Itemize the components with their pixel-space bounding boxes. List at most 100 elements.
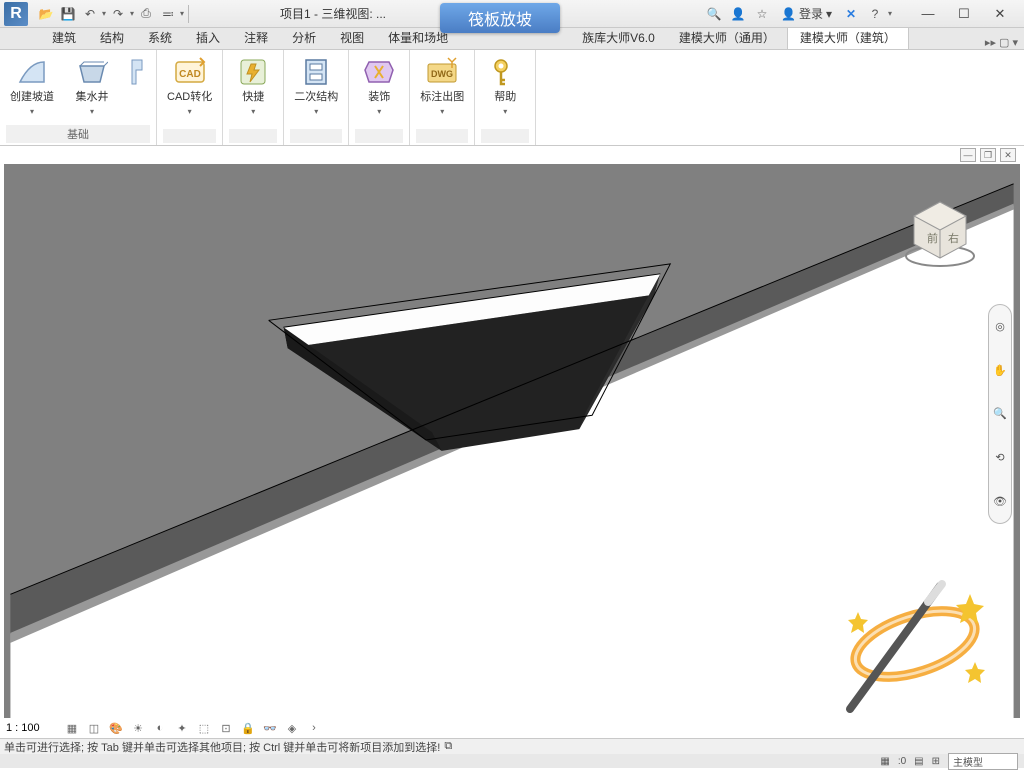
reveal-icon[interactable]: ◈ xyxy=(284,720,300,736)
tab-architecture[interactable]: 建筑 xyxy=(40,26,88,49)
quick-icon xyxy=(237,56,269,88)
tab-modeling-arch[interactable]: 建模大师（建筑） xyxy=(787,25,909,49)
panel-label-empty4 xyxy=(355,129,403,143)
ribbon-panel-decor: 装饰 ▾ xyxy=(349,50,410,145)
tab-view[interactable]: 视图 xyxy=(328,26,376,49)
panel-label-empty3 xyxy=(290,129,342,143)
panel-label-empty5 xyxy=(416,129,468,143)
separator xyxy=(188,5,189,23)
lock-icon[interactable]: 🔒 xyxy=(240,720,256,736)
view-control-bar: ▦ ◫ 🎨 ☀ ◐ ✦ ⬚ ⊡ 🔒 👓 ◈ › xyxy=(6,720,322,736)
chevron-down-icon[interactable]: ▾ xyxy=(102,9,106,18)
cad-convert-button[interactable]: CAD CAD转化 ▾ xyxy=(163,54,216,118)
chevron-down-icon: ▾ xyxy=(314,107,318,116)
view-minimize-button[interactable]: — xyxy=(960,148,976,162)
steering-wheel-icon[interactable]: ◎ xyxy=(995,320,1005,333)
key-icon xyxy=(489,56,521,88)
ribbon-panel-help: 帮助 ▾ xyxy=(475,50,536,145)
filter-icon[interactable]: ▤ xyxy=(914,756,923,767)
user-icon[interactable]: 👤 xyxy=(727,4,749,24)
selection-combo[interactable]: 主模型 xyxy=(948,753,1018,770)
tab-family-master[interactable]: 族库大师V6.0 xyxy=(570,26,667,49)
profile-icon xyxy=(130,56,146,88)
tab-structure[interactable]: 结构 xyxy=(88,26,136,49)
titlebar-right: 🔍 👤 ☆ 👤 登录 ▾ ✕ ?▾ — ☐ ✕ xyxy=(703,3,1018,25)
orbit-icon[interactable]: ⟲ xyxy=(995,451,1004,464)
sun-path-icon[interactable]: ☀ xyxy=(130,720,146,736)
create-ramp-button[interactable]: 创建坡道 ▾ xyxy=(6,54,58,118)
chevron-right-icon[interactable]: › xyxy=(306,720,322,736)
tab-modeling-general[interactable]: 建模大师（通用） xyxy=(667,26,787,49)
chevron-down-icon: ▾ xyxy=(503,107,507,116)
tab-annotate[interactable]: 注释 xyxy=(232,26,280,49)
ribbon-panel-annot: DWG 标注出图 ▾ xyxy=(410,50,475,145)
measure-icon[interactable]: ≕ xyxy=(158,4,178,24)
chevron-down-icon[interactable]: ▾ xyxy=(888,9,892,18)
lookaround-icon[interactable]: 👁 xyxy=(993,495,1007,508)
ribbon-panel-foundation: 创建坡道 ▾ 集水井 ▾ 基础 xyxy=(0,50,157,145)
profile-button[interactable] xyxy=(126,54,150,90)
crop-icon[interactable]: ⬚ xyxy=(196,720,212,736)
app-icon[interactable]: R xyxy=(4,2,28,26)
feature-badge: 筏板放坡 xyxy=(440,3,560,33)
annotation-export-button[interactable]: DWG 标注出图 ▾ xyxy=(416,54,468,118)
viewcube[interactable]: 前 右 xyxy=(900,194,980,274)
window-buttons: — ☐ ✕ xyxy=(910,3,1018,25)
rendering-icon[interactable]: ✦ xyxy=(174,720,190,736)
exchange-icon[interactable]: ✕ xyxy=(840,4,862,24)
secondary-structure-button[interactable]: 二次结构 ▾ xyxy=(290,54,342,118)
navigation-bar[interactable]: ◎ ✋ 🔍 ⟲ 👁 xyxy=(988,304,1012,524)
tab-insert[interactable]: 插入 xyxy=(184,26,232,49)
chevron-down-icon[interactable]: ▾ xyxy=(130,9,134,18)
chevron-down-icon[interactable]: ▾ xyxy=(180,9,184,18)
view-close-button[interactable]: ✕ xyxy=(1000,148,1016,162)
print-icon[interactable]: ⎙ xyxy=(136,4,156,24)
viewcube-face-right: 右 xyxy=(948,231,959,245)
ribbon-collapse[interactable]: ▸▸ ▢ ▾ xyxy=(985,36,1024,49)
selection-filter-icon[interactable]: ▦ xyxy=(880,756,889,767)
login-button[interactable]: 👤 登录 ▾ xyxy=(781,5,832,22)
view-window-controls: — ❐ ✕ xyxy=(960,148,1016,162)
shadows-icon[interactable]: ◐ xyxy=(152,720,168,736)
view-scale-input[interactable] xyxy=(6,722,58,734)
status-count: :0 xyxy=(898,756,906,767)
pan-icon[interactable]: ✋ xyxy=(993,364,1007,377)
help-icon[interactable]: ? xyxy=(864,4,886,24)
quick-button[interactable]: 快捷 ▾ xyxy=(229,54,277,118)
scale-list-icon[interactable]: ▦ xyxy=(64,720,80,736)
view-restore-button[interactable]: ❐ xyxy=(980,148,996,162)
ramp-icon xyxy=(16,56,48,88)
ribbon: 创建坡道 ▾ 集水井 ▾ 基础 CAD CAD转化 ▾ xyxy=(0,50,1024,146)
info-center-icon[interactable]: 🔍 xyxy=(703,4,725,24)
dwg-icon: DWG xyxy=(426,56,458,88)
visual-style-icon[interactable]: 🎨 xyxy=(108,720,124,736)
redo-icon[interactable]: ↷ xyxy=(108,4,128,24)
zoom-icon[interactable]: 🔍 xyxy=(993,407,1007,420)
svg-text:DWG: DWG xyxy=(431,69,453,79)
undo-icon[interactable]: ↶ xyxy=(80,4,100,24)
chevron-down-icon: ▾ xyxy=(251,107,255,116)
temp-hide-icon[interactable]: 👓 xyxy=(262,720,278,736)
decoration-button[interactable]: 装饰 ▾ xyxy=(355,54,403,118)
detail-level-icon[interactable]: ◫ xyxy=(86,720,102,736)
workset-icon[interactable]: ⊞ xyxy=(932,756,940,767)
ribbon-panel-secondary: 二次结构 ▾ xyxy=(284,50,349,145)
panel-foundation-label: 基础 xyxy=(6,125,150,143)
crop-visible-icon[interactable]: ⊡ xyxy=(218,720,234,736)
3d-canvas[interactable]: 前 右 ◎ ✋ 🔍 ⟲ 👁 ↖ xyxy=(4,164,1020,718)
tab-systems[interactable]: 系统 xyxy=(136,26,184,49)
save-icon[interactable]: 💾 xyxy=(58,4,78,24)
sump-button[interactable]: 集水井 ▾ xyxy=(68,54,116,118)
panel-label-empty xyxy=(163,129,216,143)
maximize-button[interactable]: ☐ xyxy=(946,3,982,25)
close-button[interactable]: ✕ xyxy=(982,3,1018,25)
ribbon-panel-quick: 快捷 ▾ xyxy=(223,50,284,145)
cad-label: CAD转化 xyxy=(167,91,212,104)
minimize-button[interactable]: — xyxy=(910,3,946,25)
help-label: 帮助 xyxy=(494,91,516,104)
help-button[interactable]: 帮助 ▾ xyxy=(481,54,529,118)
star-icon[interactable]: ☆ xyxy=(751,4,773,24)
tab-analyze[interactable]: 分析 xyxy=(280,26,328,49)
statusbar: 单击可进行选择; 按 Tab 键并单击可选择其他项目; 按 Ctrl 键并单击可… xyxy=(0,738,1024,768)
open-icon[interactable]: 📂 xyxy=(36,4,56,24)
